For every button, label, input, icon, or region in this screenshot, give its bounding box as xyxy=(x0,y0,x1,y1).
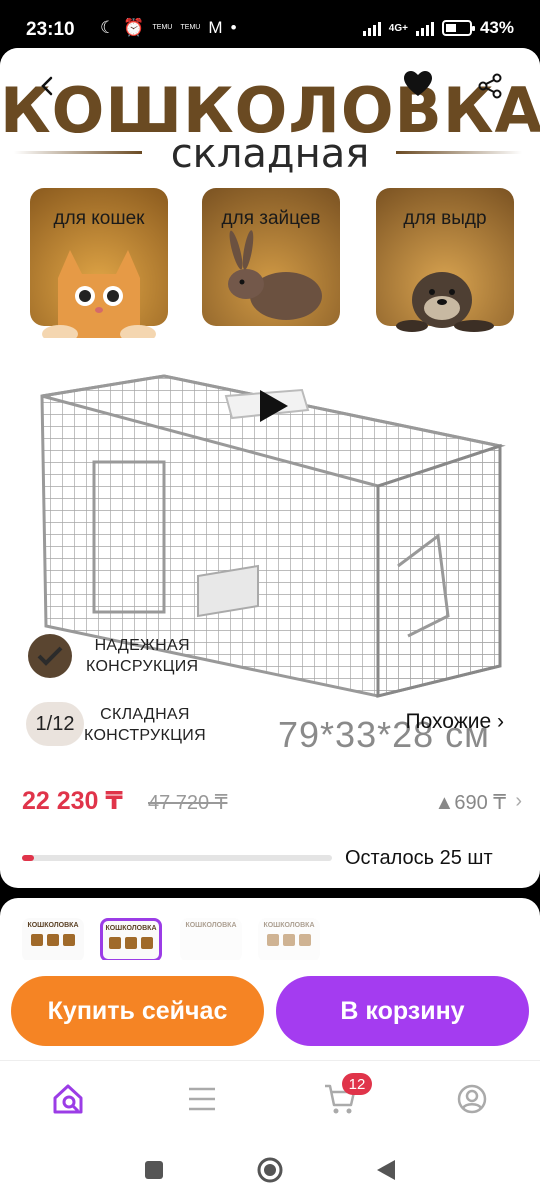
feature-line: НАДЕЖНАЯ xyxy=(94,637,190,654)
stock-progress-bar xyxy=(22,855,332,861)
feature-line: КОНСТРУКЦИЯ xyxy=(84,727,206,744)
play-video-button[interactable] xyxy=(254,388,290,424)
check-icon xyxy=(28,634,72,678)
thumbnail-title: КОШКОЛОВКА xyxy=(27,922,79,929)
tile-label: для выдр xyxy=(403,208,487,229)
network-type: 4G+ xyxy=(388,22,408,34)
feature-line: КОНСРУКЦИЯ xyxy=(86,658,199,675)
add-to-cart-button[interactable]: В корзину xyxy=(276,976,529,1046)
moon-icon: ☾ xyxy=(100,18,116,37)
triangle-back-icon xyxy=(377,1160,395,1180)
tile-otters: для выдр xyxy=(376,188,514,332)
product-image-gallery[interactable]: КОШКОЛОВКА складная для кошек для зайцев… xyxy=(0,48,540,755)
buy-now-button[interactable]: Купить сейчас xyxy=(11,976,264,1046)
tile-cats: для кошек xyxy=(30,188,168,338)
profile-icon xyxy=(457,1084,487,1114)
alarm-icon: ⏰ xyxy=(123,18,145,37)
share-icon xyxy=(478,73,502,99)
status-right: 4G+ 43% xyxy=(362,18,514,38)
image-counter: 1/12 xyxy=(26,702,84,746)
stock-text: Осталось 25 шт xyxy=(345,847,493,869)
thumbnail[interactable]: КОШКОЛОВКА xyxy=(22,918,84,962)
dot-icon: • xyxy=(230,18,237,37)
nav-categories[interactable] xyxy=(182,1079,222,1119)
battery-percent: 43% xyxy=(479,18,514,37)
old-price: 47 720 ₸ xyxy=(148,792,228,814)
square-icon xyxy=(145,1161,163,1179)
back-arrow-icon xyxy=(41,76,53,96)
thumbnail-selected[interactable]: КОШКОЛОВКА xyxy=(100,918,162,962)
status-time: 23:10 xyxy=(26,19,75,40)
tile-label: для кошек xyxy=(53,208,145,229)
status-notification-icons: ☾ ⏰ TEMU TEMU M • xyxy=(100,18,237,38)
bottom-nav: 12 xyxy=(0,1060,540,1140)
thumbnail[interactable]: КОШКОЛОВКА xyxy=(258,918,320,962)
back-button[interactable] xyxy=(28,66,68,106)
feature-foldable: СКЛАДНАЯ КОНСТРУКЦИЯ xyxy=(70,704,206,746)
current-price: 22 230 ₸ xyxy=(22,787,123,815)
heart-icon xyxy=(404,71,432,96)
product-card: КОШКОЛОВКА складная для кошек для зайцев… xyxy=(0,48,540,888)
tile-rabbits: для зайцев xyxy=(202,188,340,326)
price-drop[interactable]: ▲690 ₸ xyxy=(435,790,506,815)
system-navigation xyxy=(0,1140,540,1200)
home-search-icon xyxy=(53,1084,83,1114)
nav-cart[interactable]: 12 xyxy=(320,1073,372,1119)
share-button[interactable] xyxy=(470,66,510,106)
home-button[interactable] xyxy=(256,1156,284,1184)
thumbnail-title: КОШКОЛОВКА xyxy=(185,922,237,929)
battery-icon xyxy=(441,20,475,36)
feature-line: СКЛАДНАЯ xyxy=(100,706,190,723)
hero-subtitle: складная xyxy=(170,131,370,177)
chevron-right-icon[interactable]: › xyxy=(515,790,522,813)
nav-home[interactable] xyxy=(48,1079,88,1119)
feature-text: НАДЕЖНАЯ КОНСРУКЦИЯ xyxy=(86,635,198,677)
stock-progress-fill xyxy=(22,855,35,861)
tile-label: для зайцев xyxy=(221,208,321,229)
price-row: 22 230 ₸ 47 720 ₸ ▲690 ₸ › xyxy=(22,786,522,816)
menu-icon xyxy=(189,1087,215,1111)
thumbnail-title: КОШКОЛОВКА xyxy=(263,922,315,929)
thumbnail[interactable]: КОШКОЛОВКА xyxy=(180,918,242,962)
play-icon xyxy=(260,390,288,422)
nav-profile[interactable] xyxy=(452,1079,492,1119)
gmail-icon: M xyxy=(208,18,223,37)
back-system-button[interactable] xyxy=(372,1156,400,1184)
temu-badge-icon: TEMU xyxy=(180,24,201,31)
feature-reliable: НАДЕЖНАЯ КОНСРУКЦИЯ xyxy=(28,634,198,678)
similar-link[interactable]: Похожие › xyxy=(405,710,504,734)
thumbnail-title: КОШКОЛОВКА xyxy=(105,925,157,932)
feature-text: СКЛАДНАЯ КОНСТРУКЦИЯ xyxy=(84,704,206,746)
recents-button[interactable] xyxy=(140,1156,168,1184)
favorite-button[interactable] xyxy=(398,64,438,104)
temu-badge-icon: TEMU xyxy=(152,24,173,31)
circle-icon xyxy=(257,1157,283,1183)
signal-icon xyxy=(362,20,381,36)
cart-count-badge: 12 xyxy=(342,1073,372,1095)
action-bar: Купить сейчас В корзину xyxy=(0,960,540,1060)
signal-icon xyxy=(415,20,434,36)
